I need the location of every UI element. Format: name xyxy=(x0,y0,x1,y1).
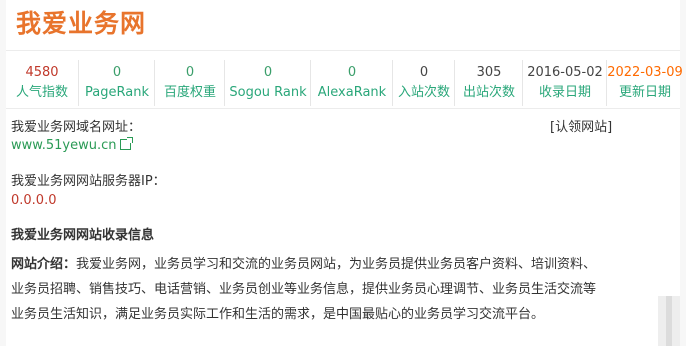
stat-pagerank: 0 PageRank xyxy=(78,60,155,106)
title-divider xyxy=(6,50,680,51)
ip-label: 我爱业务网网站服务器IP： xyxy=(11,174,166,189)
stat-label: 入站次数 xyxy=(397,85,450,100)
stat-label: 出站次数 xyxy=(462,85,515,100)
stats-bar: 4580 人气指数 0 PageRank 0 百度权重 0 Sogou Rank… xyxy=(6,58,683,109)
intro-text: 我爱业务网，业务员学习和交流的业务员网站，为业务员提供业务员客户资料、培训资料、… xyxy=(11,257,597,322)
stat-outbound: 305 出站次数 xyxy=(454,60,523,106)
stat-value: 4580 xyxy=(25,65,59,80)
stat-value: 305 xyxy=(476,65,502,80)
stat-label: 收录日期 xyxy=(538,85,591,100)
ip-value: 0.0.0.0 xyxy=(11,193,57,208)
stat-baidu-weight: 0 百度权重 xyxy=(154,60,225,106)
stat-value: 0 xyxy=(263,65,273,80)
stat-label: 百度权重 xyxy=(163,85,216,100)
stat-value: 2016-05-02 xyxy=(527,65,603,80)
stat-value: 0 xyxy=(419,65,429,80)
stat-sogou-rank: 0 Sogou Rank xyxy=(224,60,311,106)
stat-value: 0 xyxy=(185,65,195,80)
claim-site-link[interactable]: [认领网站] xyxy=(550,116,612,135)
page-title: 我爱业务网 xyxy=(16,9,147,38)
stat-popularity: 4580 人气指数 xyxy=(6,60,78,106)
domain-link[interactable]: www.51yewu.cn xyxy=(11,138,116,153)
stat-inbound: 0 入站次数 xyxy=(392,60,455,106)
stat-label: Sogou Rank xyxy=(229,85,307,100)
stat-value: 0 xyxy=(347,65,357,80)
site-intro: 网站介绍：我爱业务网，业务员学习和交流的业务员网站，为业务员提供业务员客户资料、… xyxy=(11,252,607,327)
intro-label: 网站介绍： xyxy=(11,257,77,272)
domain-label: 我爱业务网域名网址： xyxy=(11,120,142,135)
stat-label: 人气指数 xyxy=(15,85,68,100)
stat-value: 2022-03-09 xyxy=(607,65,683,80)
stat-alexa-rank: 0 AlexaRank xyxy=(310,60,393,106)
stat-updated-date: 2022-03-09 更新日期 xyxy=(606,60,683,106)
stat-label: PageRank xyxy=(85,85,149,100)
scrollbar[interactable] xyxy=(658,296,680,346)
stat-indexed-date: 2016-05-02 收录日期 xyxy=(522,60,607,106)
stat-label: 更新日期 xyxy=(618,85,671,100)
stat-value: 0 xyxy=(112,65,122,80)
external-link-icon[interactable] xyxy=(120,137,134,150)
domain-row: www.51yewu.cn xyxy=(11,137,134,153)
section-title: 我爱业务网网站收录信息 xyxy=(11,228,155,243)
stat-label: AlexaRank xyxy=(317,85,387,100)
